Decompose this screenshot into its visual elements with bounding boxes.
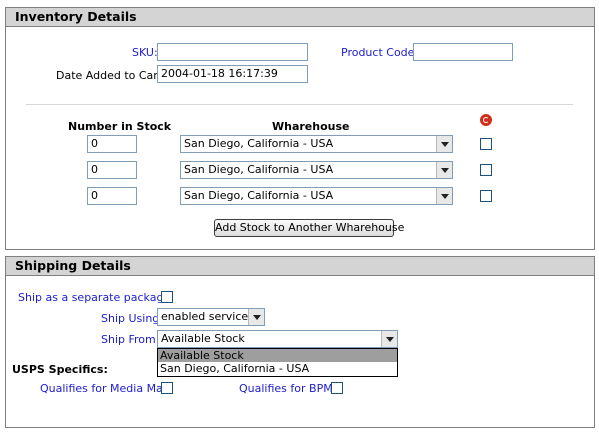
- warehouse-select-3-value: San Diego, California - USA: [184, 189, 334, 202]
- section-divider: [26, 104, 573, 105]
- usps-specifics-heading: USPS Specifics:: [12, 363, 108, 376]
- shipping-details-header: Shipping Details: [6, 257, 594, 276]
- delete-icon: [480, 114, 492, 126]
- warehouse-header: Wharehouse: [272, 120, 350, 133]
- ship-from-dropdown-list: Available Stock San Diego, California - …: [157, 348, 398, 377]
- ship-using-select-value: enabled services: [161, 310, 254, 323]
- sku-input[interactable]: [157, 43, 308, 61]
- delete-checkbox-1[interactable]: [480, 138, 492, 150]
- product-code-label: Product Code:: [341, 46, 419, 59]
- shipping-details-panel: Shipping Details Ship as a separate pack…: [5, 256, 595, 428]
- ship-using-label: Ship Using:: [101, 312, 163, 325]
- date-added-input[interactable]: 2004-01-18 16:17:39: [157, 65, 308, 83]
- stock-input-1[interactable]: 0: [87, 135, 137, 153]
- number-in-stock-header: Number in Stock: [68, 120, 172, 133]
- product-code-input[interactable]: [413, 43, 513, 61]
- separate-package-label: Ship as a separate package:: [18, 291, 174, 304]
- ship-from-select-value: Available Stock: [161, 332, 245, 345]
- chevron-down-icon[interactable]: [436, 136, 452, 152]
- separate-package-checkbox[interactable]: [161, 291, 173, 303]
- warehouse-select-2[interactable]: San Diego, California - USA: [180, 161, 453, 179]
- media-mail-label: Qualifies for Media Mail:: [40, 382, 173, 395]
- warehouse-select-2-value: San Diego, California - USA: [184, 163, 334, 176]
- bpm-label: Qualifies for BPM:: [239, 382, 337, 395]
- sku-label: SKU:: [132, 46, 158, 59]
- warehouse-select-1[interactable]: San Diego, California - USA: [180, 135, 453, 153]
- ship-from-select[interactable]: Available Stock: [157, 330, 398, 348]
- chevron-down-icon[interactable]: [436, 162, 452, 178]
- inventory-details-header: Inventory Details: [6, 8, 594, 27]
- delete-checkbox-2[interactable]: [480, 164, 492, 176]
- bpm-checkbox[interactable]: [331, 382, 343, 394]
- stock-input-3[interactable]: 0: [87, 187, 137, 205]
- chevron-down-icon[interactable]: [248, 309, 264, 325]
- add-stock-button[interactable]: Add Stock to Another Wharehouse: [214, 219, 404, 237]
- ship-from-option-available-stock[interactable]: Available Stock: [158, 349, 397, 362]
- ship-from-option-san-diego[interactable]: San Diego, California - USA: [158, 362, 397, 375]
- ship-using-select[interactable]: enabled services: [157, 308, 265, 326]
- chevron-down-icon[interactable]: [436, 188, 452, 204]
- inventory-details-panel: Inventory Details SKU: Product Code: Dat…: [5, 7, 595, 250]
- warehouse-select-1-value: San Diego, California - USA: [184, 137, 334, 150]
- ship-from-label: Ship From:: [101, 333, 160, 346]
- warehouse-select-3[interactable]: San Diego, California - USA: [180, 187, 453, 205]
- media-mail-checkbox[interactable]: [161, 382, 173, 394]
- date-added-label: Date Added to Cart:: [56, 69, 166, 82]
- chevron-down-icon[interactable]: [381, 331, 397, 347]
- delete-checkbox-3[interactable]: [480, 190, 492, 202]
- stock-input-2[interactable]: 0: [87, 161, 137, 179]
